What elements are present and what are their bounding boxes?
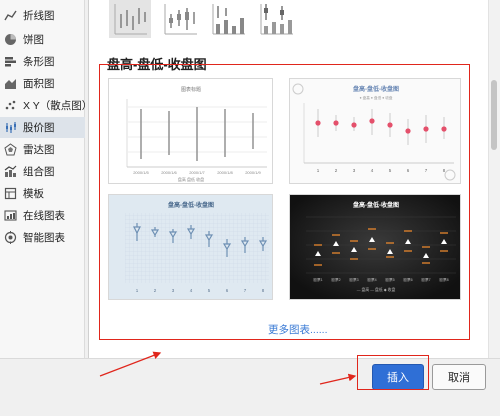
scrollbar-thumb[interactable] (491, 80, 497, 150)
x-tick-label: 6 (407, 168, 410, 173)
x-tick-label: 6 (226, 288, 229, 293)
card-title: 图表标题 (181, 86, 201, 93)
subtype-vhlc-thumb[interactable] (207, 0, 249, 38)
sidebar-item-stock[interactable]: 股价图 (0, 117, 85, 138)
card-title: 盘高-盘低-收盘图 (168, 201, 214, 209)
sidebar-item-line[interactable]: 折线图 (0, 5, 85, 26)
sidebar-item-label: 组合图 (23, 166, 55, 178)
sidebar-item-label: 折线图 (23, 10, 55, 22)
subtype-thumbnails (89, 0, 489, 42)
sidebar-item-area[interactable]: 面积图 (0, 73, 85, 94)
sidebar-item-label: 条形图 (23, 56, 55, 68)
chart-preview-panel: 盘高-盘低-收盘图 图表标题 2000/1/5 2000/1/6 2000/1/… (88, 0, 488, 358)
more-charts-link[interactable]: 更多图表...... (268, 322, 328, 337)
cancel-button[interactable]: 取消 (432, 364, 486, 390)
x-tick-label: 股票4 (367, 277, 376, 282)
sidebar-item-scatter[interactable]: X Y（散点图） (0, 95, 92, 116)
card-legend: ● 盘高 ● 盘低 ● 收盘 (359, 95, 392, 100)
online-chart-icon (4, 209, 17, 222)
x-tick-label: 7 (244, 288, 247, 293)
sidebar-item-radar[interactable]: 雷达图 (0, 139, 85, 160)
x-tick-label: 股票3 (349, 277, 358, 282)
x-tick-label: 2000/1/8 (217, 170, 233, 175)
sidebar-item-template[interactable]: 模板 (0, 183, 85, 204)
x-tick-label: 1 (317, 168, 320, 173)
sidebar-item-pie[interactable]: 饼图 (0, 29, 85, 50)
x-tick-label: 4 (190, 288, 193, 293)
sidebar-item-combo[interactable]: 组合图 (0, 161, 85, 182)
combo-chart-icon (4, 165, 17, 178)
smart-chart-icon (4, 231, 17, 244)
chart-style-card-plain[interactable]: 图表标题 2000/1/5 2000/1/6 2000/1/7 2000/1/8 (108, 78, 273, 184)
sidebar-item-bar[interactable]: 条形图 (0, 51, 85, 72)
chart-style-card-dark[interactable]: 盘高-盘低-收盘图 股票1 股票2 股票3 股票4 股票5 股票6 股票7 股票… (289, 194, 461, 300)
x-tick-label: 股票7 (421, 277, 430, 282)
x-tick-label: 7 (425, 168, 428, 173)
sidebar-item-label: 在线图表 (23, 210, 65, 222)
line-chart-icon (4, 9, 17, 22)
pie-chart-icon (4, 33, 17, 46)
sidebar-item-label: 智能图表 (23, 232, 65, 244)
sidebar-item-label: 股价图 (23, 122, 55, 134)
x-tick-label: 3 (353, 168, 356, 173)
chart-style-card-pink[interactable]: 盘高-盘低-收盘图 ● 盘高 ● 盘低 ● 收盘 1 2 3 4 5 6 7 8 (289, 78, 461, 184)
stock-chart-icon (4, 121, 17, 134)
subtype-vohlc-thumb[interactable] (255, 0, 297, 38)
card-title: 盘高-盘低-收盘图 (353, 85, 399, 93)
x-tick-label: 5 (208, 288, 211, 293)
subtype-ohlc-thumb[interactable] (159, 0, 201, 38)
template-icon (4, 187, 17, 200)
card-legend: 盘高 盘低 收盘 (178, 176, 204, 182)
card-legend: — 盘高 — 盘低 ◆ 收盘 (357, 287, 396, 292)
card-title: 盘高-盘低-收盘图 (353, 201, 399, 209)
x-tick-label: 1 (136, 288, 139, 293)
radar-chart-icon (4, 143, 17, 156)
insert-chart-dialog: 折线图 饼图 条形图 面积图 X Y（散点图） 股价图 雷达图 组合图 模板 在… (0, 0, 500, 416)
sidebar-item-label: 模板 (23, 188, 44, 200)
subtype-hlc-thumb[interactable] (109, 0, 151, 38)
sidebar-item-online[interactable]: 在线图表 (0, 205, 85, 226)
x-tick-label: 2 (154, 288, 157, 293)
sidebar-item-label: 饼图 (23, 34, 44, 46)
scatter-chart-icon (4, 99, 17, 112)
scrollbar[interactable] (488, 0, 500, 358)
x-tick-label: 股票2 (331, 277, 340, 282)
x-tick-label: 2000/1/9 (245, 170, 261, 175)
x-tick-label: 3 (172, 288, 175, 293)
chart-style-card-blue[interactable]: 盘高-盘低-收盘图 1 2 3 4 5 6 7 8 (108, 194, 273, 300)
x-tick-label: 2000/1/6 (161, 170, 177, 175)
x-tick-label: 5 (389, 168, 392, 173)
x-tick-label: 4 (371, 168, 374, 173)
sidebar-item-smart[interactable]: 智能图表 (0, 227, 85, 248)
x-tick-label: 2000/1/5 (133, 170, 149, 175)
sidebar-item-label: X Y（散点图） (23, 100, 93, 112)
x-tick-label: 8 (262, 288, 265, 293)
area-chart-icon (4, 77, 17, 90)
x-tick-label: 股票6 (403, 277, 412, 282)
x-tick-label: 股票5 (385, 277, 394, 282)
x-tick-label: 2 (335, 168, 338, 173)
x-tick-label: 2000/1/7 (189, 170, 205, 175)
sidebar-item-label: 面积图 (23, 78, 55, 90)
x-tick-label: 股票1 (313, 277, 322, 282)
bar-chart-icon (4, 55, 17, 68)
annotation-red-box (357, 355, 429, 390)
x-tick-label: 股票8 (439, 277, 448, 282)
chart-type-sidebar: 折线图 饼图 条形图 面积图 X Y（散点图） 股价图 雷达图 组合图 模板 在… (0, 0, 92, 358)
sidebar-item-label: 雷达图 (23, 144, 55, 156)
